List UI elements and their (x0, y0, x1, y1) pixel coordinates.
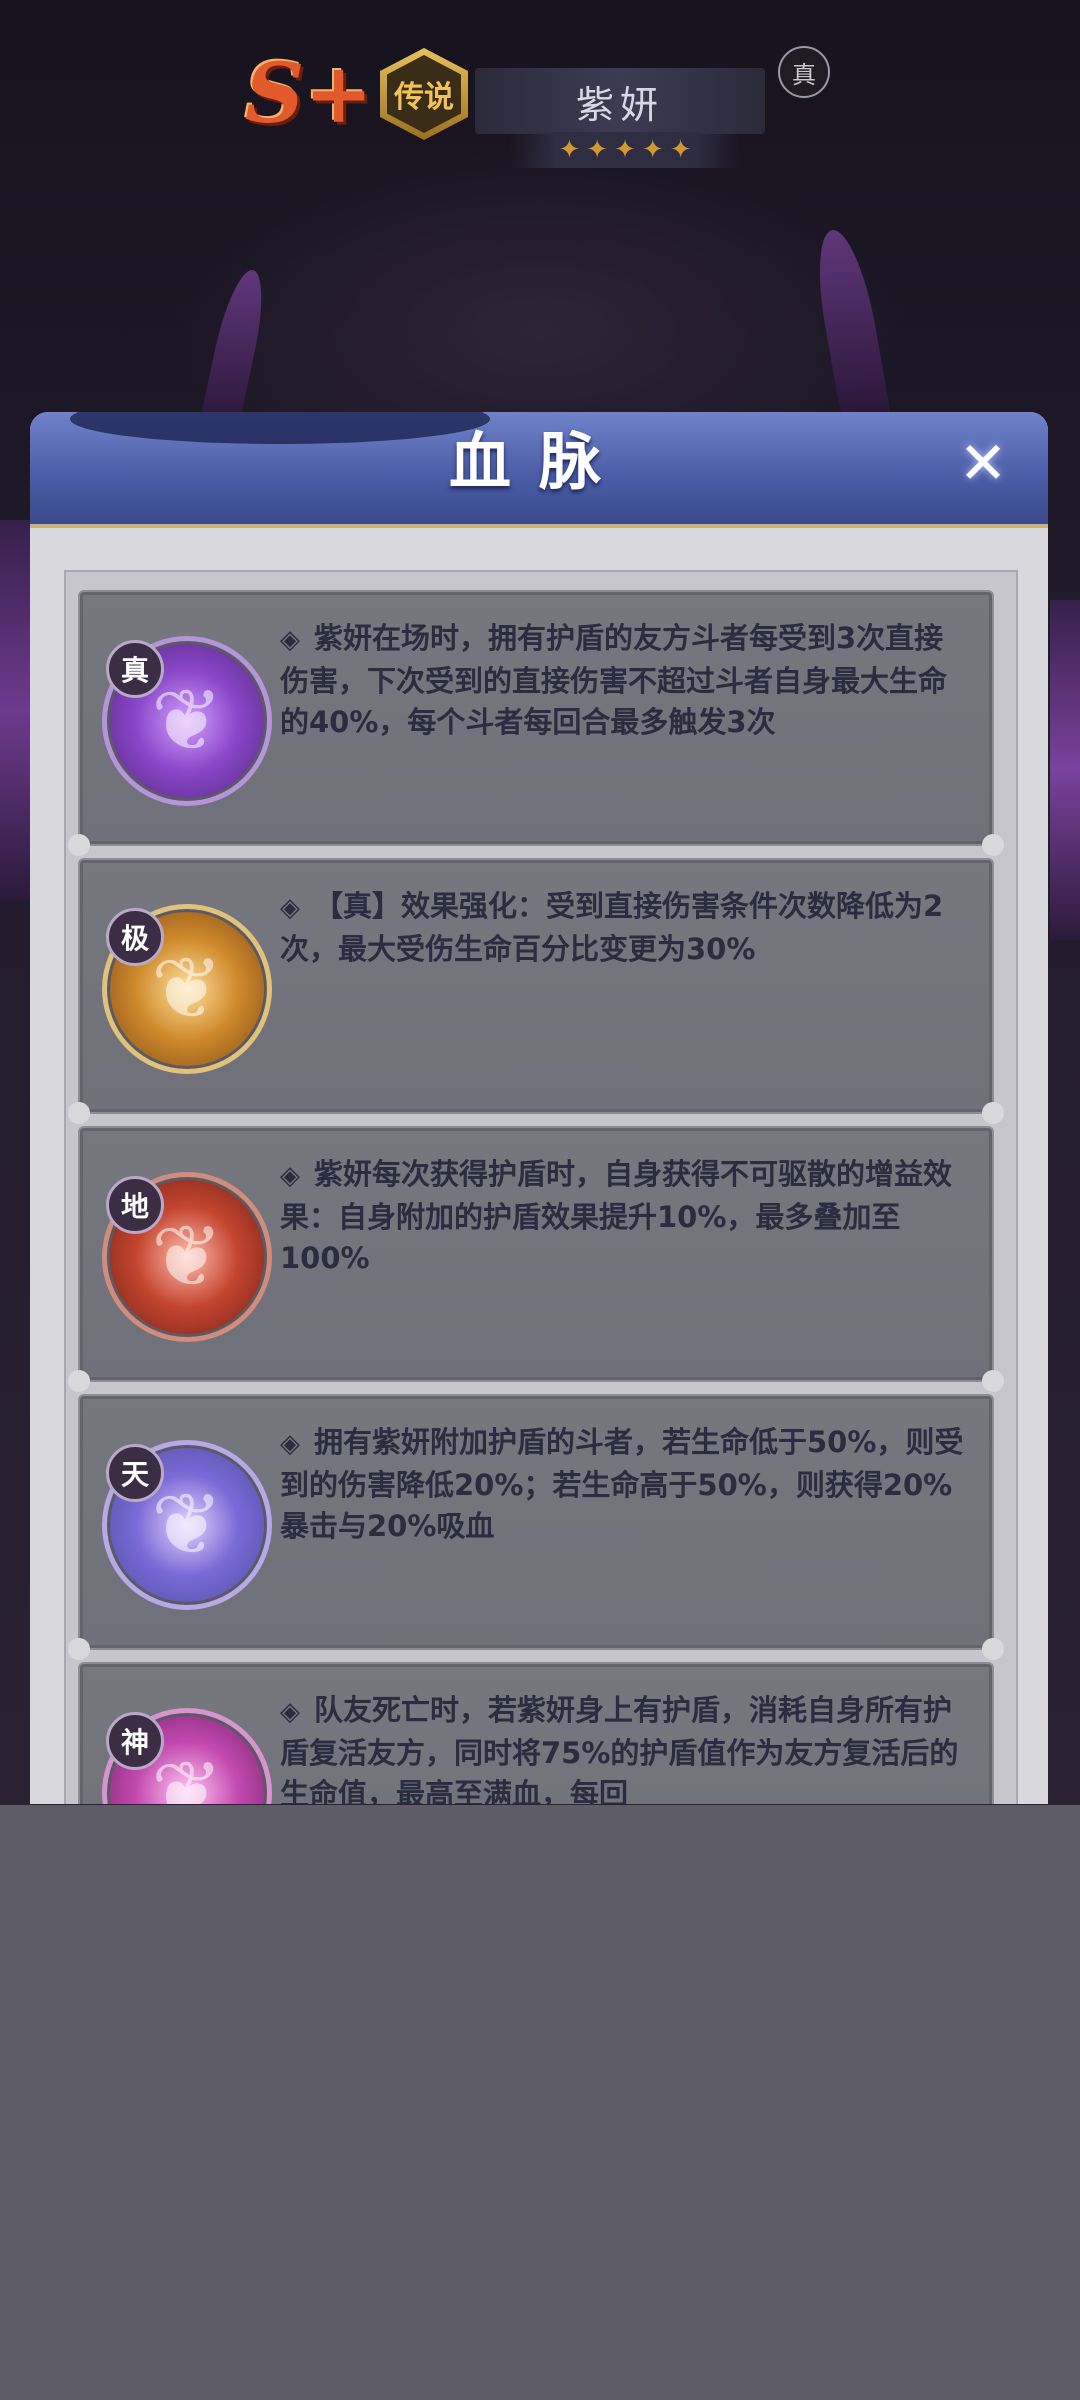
star-icon: ✦ (669, 135, 692, 165)
ability-card: ❦ 天 ◈ 拥有紫妍附加护盾的斗者，若生命低于50%，则受到的伤害降低20%；若生… (68, 1394, 1004, 1660)
grade-badge: 地 (106, 1176, 164, 1234)
ability-card: ❦ 神 ◈ 队友死亡时，若紫妍身上有护盾，消耗自身所有护盾复活友方，同时将75%的… (78, 1662, 994, 1804)
ability-text: 【真】效果强化：受到直接伤害条件次数降低为2次，最大受伤生命百分比变更为30% (280, 889, 944, 966)
dimmed-overlay[interactable] (0, 1805, 1080, 2400)
diamond-bullet-icon: ◈ (280, 1429, 300, 1459)
flame-decoration (1050, 600, 1080, 940)
ability-text: 紫妍每次获得护盾时，自身获得不可驱散的增益效果：自身附加的护盾效果提升10%，最… (280, 1157, 953, 1275)
ability-card: ❦ 真 ◈ 紫妍在场时，拥有护盾的友方斗者每受到3次直接伤害，下次受到的直接伤害不… (68, 590, 1004, 856)
grade-badge: 真 (106, 640, 164, 698)
grade-badge: 天 (106, 1444, 164, 1502)
hero-header: S+ 传说 紫妍 ✦ ✦ ✦ ✦ ✦ 真 (230, 36, 830, 176)
close-button[interactable]: ✕ (952, 429, 1014, 497)
ability-card: ❦ 地 ◈ 紫妍每次获得护盾时，自身获得不可驱散的增益效果：自身附加的护盾效果提升… (68, 1126, 1004, 1392)
ability-description: ◈ 队友死亡时，若紫妍身上有护盾，消耗自身所有护盾复活友方，同时将75%的护盾值作… (280, 1690, 970, 1804)
star-rating: ✦ ✦ ✦ ✦ ✦ (510, 132, 740, 168)
hero-tag[interactable]: 真 (778, 46, 830, 98)
ability-card: ❦ 极 ◈ 【真】效果强化：受到直接伤害条件次数降低为2次，最大受伤生命百分比变更… (68, 858, 1004, 1124)
diamond-bullet-icon: ◈ (280, 1697, 300, 1727)
grade-badge: 极 (106, 908, 164, 966)
ability-description: ◈ 【真】效果强化：受到直接伤害条件次数降低为2次，最大受伤生命百分比变更为30% (280, 886, 970, 970)
diamond-bullet-icon: ◈ (280, 625, 300, 655)
ability-description: ◈ 紫妍在场时，拥有护盾的友方斗者每受到3次直接伤害，下次受到的直接伤害不超过斗者… (280, 618, 970, 743)
ability-description: ◈ 拥有紫妍附加护盾的斗者，若生命低于50%，则受到的伤害降低20%；若生命高于5… (280, 1422, 970, 1547)
ability-description: ◈ 紫妍每次获得护盾时，自身获得不可驱散的增益效果：自身附加的护盾效果提升10%，… (280, 1154, 970, 1279)
rank-badge: S+ (245, 46, 373, 142)
diamond-bullet-icon: ◈ (280, 1161, 300, 1191)
close-icon: ✕ (958, 429, 1008, 497)
flame-decoration (808, 230, 892, 420)
hero-name: 紫妍 (475, 68, 765, 134)
ability-text: 拥有紫妍附加护盾的斗者，若生命低于50%，则受到的伤害降低20%；若生命高于50… (280, 1425, 964, 1543)
dialog-title: 血脉 (448, 425, 629, 498)
bloodline-dialog: 血脉 ✕ ❦ 真 ◈ 紫妍在场时，拥有护盾的友方斗者每受到3次直接伤害，下次受到的… (30, 412, 1048, 1804)
rarity-label: 传说 (387, 55, 461, 133)
star-icon: ✦ (614, 135, 636, 165)
ability-text: 队友死亡时，若紫妍身上有护盾，消耗自身所有护盾复活友方，同时将75%的护盾值作为… (280, 1693, 959, 1804)
star-icon: ✦ (558, 135, 581, 165)
diamond-bullet-icon: ◈ (280, 893, 300, 923)
ability-text: 紫妍在场时，拥有护盾的友方斗者每受到3次直接伤害，下次受到的直接伤害不超过斗者自… (280, 621, 948, 739)
dialog-header: 血脉 ✕ (30, 412, 1048, 528)
flame-decoration (0, 520, 34, 900)
rarity-badge: 传说 (380, 48, 468, 140)
flame-decoration (197, 270, 273, 430)
grade-badge: 神 (106, 1712, 164, 1770)
star-icon: ✦ (586, 135, 609, 165)
star-icon: ✦ (641, 135, 664, 165)
